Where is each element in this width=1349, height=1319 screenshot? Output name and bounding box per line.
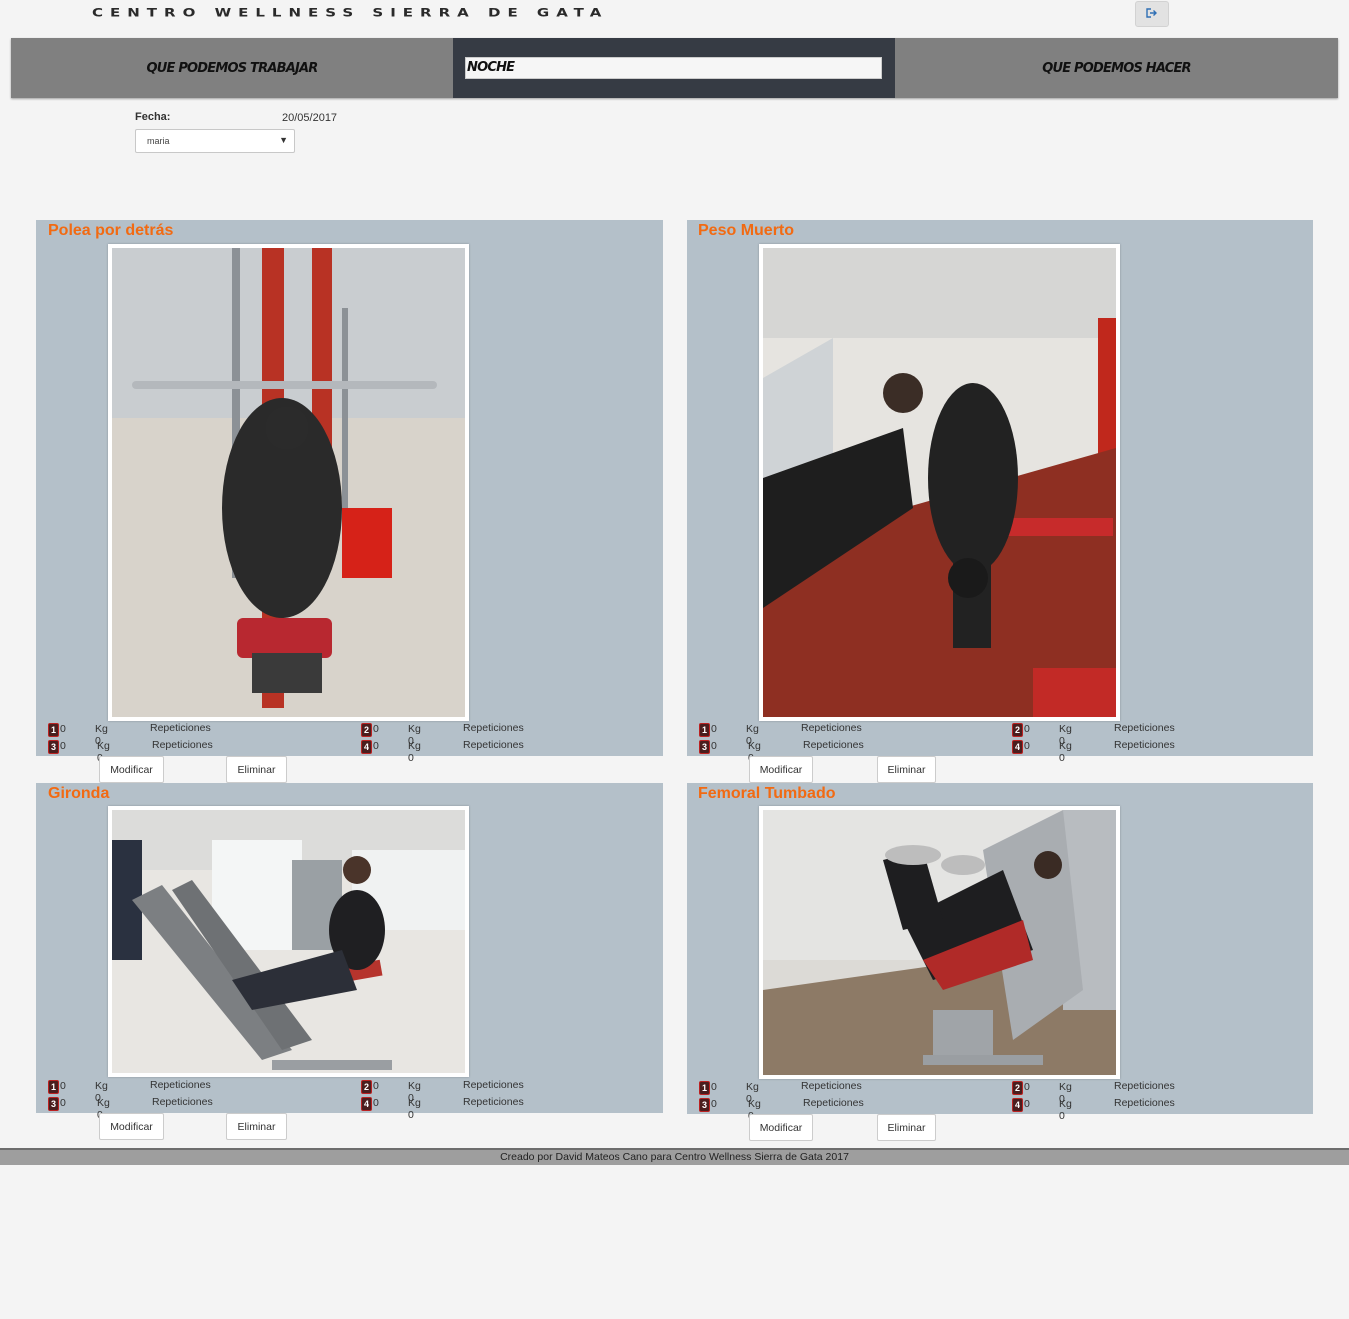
set-kg: Kg 0 — [1059, 740, 1072, 764]
set-value: 0 — [711, 723, 717, 735]
set-reps-label: Repeticiones — [150, 1079, 211, 1091]
nav-label: QUE PODEMOS TRABAJAR — [146, 60, 319, 76]
nav-que-podemos-trabajar[interactable]: QUE PODEMOS TRABAJAR — [11, 38, 453, 98]
set-number-badge: 1 — [48, 1080, 59, 1094]
set-reps-label: Repeticiones — [152, 739, 213, 751]
footer-text: Creado por David Mateos Cano para Centro… — [500, 1151, 849, 1163]
exercise-sets: 1 0 Kg 0 Repeticiones 2 0 Kg 0 Repeticio… — [48, 722, 648, 764]
nav-period-cell: NOCHE — [453, 38, 895, 98]
exercise-title: Peso Muerto — [698, 222, 795, 239]
main-nav: QUE PODEMOS TRABAJAR NOCHE QUE PODEMOS H… — [11, 38, 1338, 98]
set-number-badge: 3 — [699, 740, 710, 754]
modify-button[interactable]: Modificar — [99, 756, 164, 783]
set-reps-label: Repeticiones — [1114, 1080, 1175, 1092]
set-kg: Kg 0 — [1059, 1098, 1072, 1122]
exercise-card: Polea por detrás 1 0 Kg 0 Repeticiones 2 — [36, 220, 663, 764]
delete-button[interactable]: Eliminar — [877, 1114, 936, 1141]
set-value: 0 — [1024, 1081, 1030, 1093]
chevron-down-icon: ▼ — [279, 135, 288, 145]
nav-que-podemos-hacer[interactable]: QUE PODEMOS HACER — [895, 38, 1338, 98]
user-select[interactable]: maria ▼ — [135, 129, 295, 153]
exercise-sets: 1 0 Kg 0 Repeticiones 2 0 Kg 0 Repeticio… — [48, 1079, 648, 1121]
period-select[interactable]: NOCHE — [465, 57, 882, 79]
set-value: 0 — [60, 740, 66, 752]
set-value: 0 — [711, 1081, 717, 1093]
set-reps-label: Repeticiones — [463, 1079, 524, 1091]
set-kg: Kg 0 — [408, 1097, 421, 1121]
set-value: 0 — [373, 740, 379, 752]
set-reps-label: Repeticiones — [152, 1096, 213, 1108]
set-reps-label: Repeticiones — [801, 1080, 862, 1092]
exercise-photo — [108, 806, 469, 1077]
delete-button[interactable]: Eliminar — [226, 756, 287, 783]
user-select-value: maria — [147, 136, 170, 146]
logout-button[interactable] — [1135, 1, 1169, 27]
exercise-sets: 1 0 Kg 0 Repeticiones 2 0 Kg 0 Repeticio… — [699, 1080, 1299, 1122]
set-value: 0 — [373, 1097, 379, 1109]
set-number-badge: 2 — [361, 723, 372, 737]
exercise-title: Femoral Tumbado — [698, 785, 836, 802]
delete-button[interactable]: Eliminar — [226, 1113, 287, 1140]
set-value: 0 — [60, 1080, 66, 1092]
set-value: 0 — [60, 1097, 66, 1109]
set-reps-label: Repeticiones — [1114, 722, 1175, 734]
set-reps-label: Repeticiones — [1114, 739, 1175, 751]
set-value: 0 — [60, 723, 66, 735]
modify-button[interactable]: Modificar — [749, 1114, 813, 1141]
exercise-sets: 1 0 Kg 0 Repeticiones 2 0 Kg 0 Repeticio… — [699, 722, 1299, 764]
nav-label: QUE PODEMOS HACER — [1042, 60, 1191, 76]
set-number-badge: 2 — [1012, 1081, 1023, 1095]
set-reps-label: Repeticiones — [463, 722, 524, 734]
set-number-badge: 3 — [48, 1097, 59, 1111]
modify-button[interactable]: Modificar — [99, 1113, 164, 1140]
modify-button[interactable]: Modificar — [749, 756, 813, 783]
set-kg: Kg 0 — [408, 740, 421, 764]
set-number-badge: 4 — [361, 740, 372, 754]
exercise-photo — [108, 244, 469, 721]
set-number-badge: 2 — [361, 1080, 372, 1094]
set-number-badge: 1 — [48, 723, 59, 737]
set-reps-label: Repeticiones — [463, 1096, 524, 1108]
set-value: 0 — [373, 1080, 379, 1092]
delete-button[interactable]: Eliminar — [877, 756, 936, 783]
exercise-card: Gironda 1 0 Kg 0 Repeticiones 2 0 Kg 0 R… — [36, 783, 663, 1319]
exercise-card: Femoral Tumbado 1 0 Kg 0 Repeticiones 2 — [687, 783, 1314, 1319]
fecha-value: 20/05/2017 — [282, 112, 338, 124]
exercise-card: Peso Muerto 1 0 Kg 0 Repeticiones 2 0 Kg — [687, 220, 1314, 764]
exercise-photo — [759, 244, 1120, 721]
set-number-badge: 1 — [699, 723, 710, 737]
set-value: 0 — [1024, 1098, 1030, 1110]
set-reps-label: Repeticiones — [150, 722, 211, 734]
fecha-label: Fecha: — [135, 111, 171, 123]
set-number-badge: 1 — [699, 1081, 710, 1095]
set-reps-label: Repeticiones — [801, 722, 862, 734]
set-number-badge: 4 — [1012, 1098, 1023, 1112]
set-number-badge: 2 — [1012, 723, 1023, 737]
set-reps-label: Repeticiones — [463, 739, 524, 751]
set-number-badge: 4 — [1012, 740, 1023, 754]
set-reps-label: Repeticiones — [803, 739, 864, 751]
footer: Creado por David Mateos Cano para Centro… — [0, 1148, 1349, 1165]
set-value: 0 — [1024, 740, 1030, 752]
set-reps-label: Repeticiones — [803, 1097, 864, 1109]
set-value: 0 — [373, 723, 379, 735]
set-value: 0 — [711, 1098, 717, 1110]
sign-out-icon — [1146, 5, 1158, 23]
exercise-title: Polea por detrás — [48, 222, 174, 239]
exercise-photo — [759, 806, 1120, 1079]
exercise-title: Gironda — [48, 785, 110, 802]
set-number-badge: 3 — [48, 740, 59, 754]
set-value: 0 — [1024, 723, 1030, 735]
set-number-badge: 4 — [361, 1097, 372, 1111]
site-title: CENTRO WELLNESS SIERRA DE GATA — [92, 6, 609, 20]
set-reps-label: Repeticiones — [1114, 1097, 1175, 1109]
set-number-badge: 3 — [699, 1098, 710, 1112]
set-value: 0 — [711, 740, 717, 752]
